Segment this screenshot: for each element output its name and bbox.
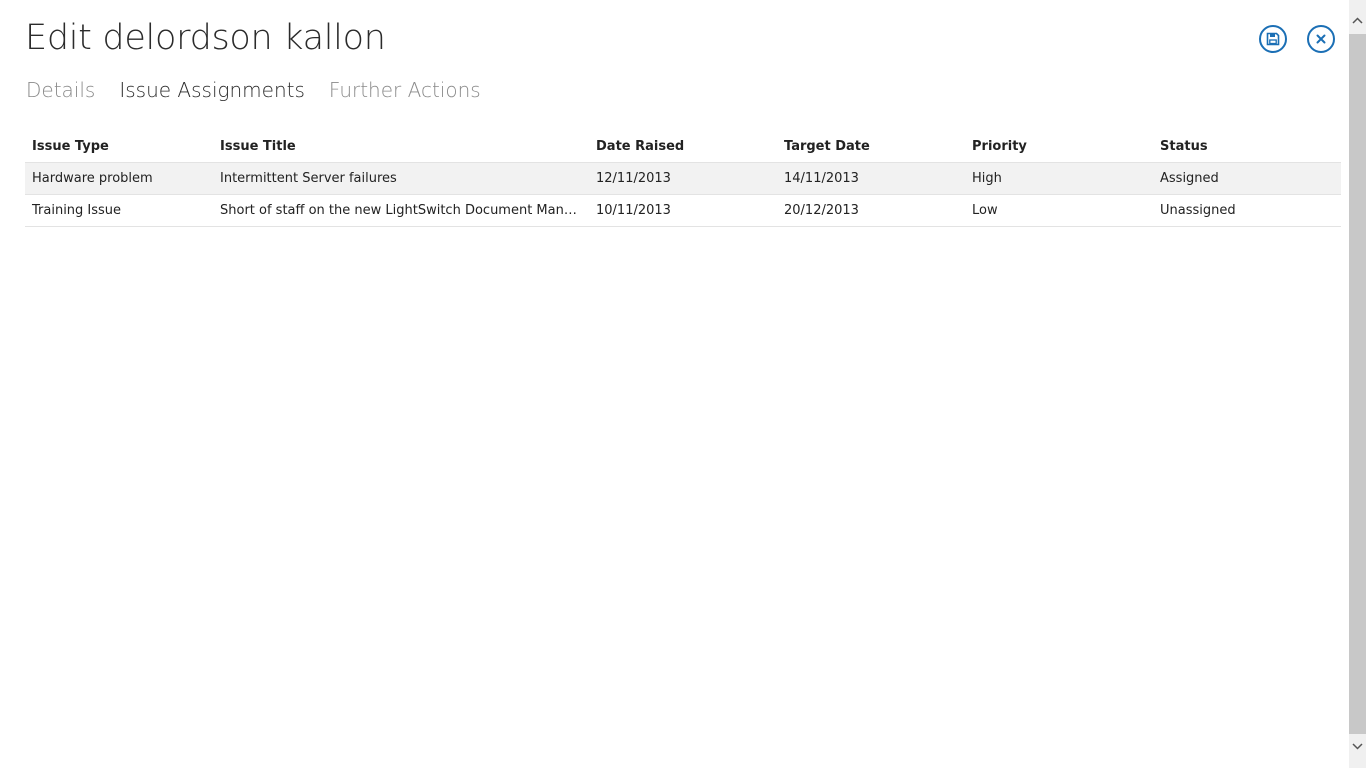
column-header-status[interactable]: Status	[1153, 131, 1341, 163]
table-header-row: Issue Type Issue Title Date Raised Targe…	[25, 131, 1341, 163]
save-button[interactable]	[1259, 25, 1287, 53]
header-actions	[1259, 25, 1335, 53]
tab-issue-assignments[interactable]: Issue Assignments	[119, 78, 305, 102]
close-icon	[1316, 34, 1326, 44]
column-header-date-raised[interactable]: Date Raised	[589, 131, 777, 163]
cell-issue-title: Intermittent Server failures	[213, 162, 589, 195]
tab-details[interactable]: Details	[26, 78, 95, 102]
column-header-issue-type[interactable]: Issue Type	[25, 131, 213, 163]
vertical-scrollbar[interactable]	[1349, 0, 1366, 768]
scroll-down-arrow[interactable]	[1349, 736, 1366, 756]
cell-date-raised: 12/11/2013	[589, 162, 777, 195]
tab-further-actions[interactable]: Further Actions	[329, 78, 481, 102]
scroll-up-arrow[interactable]	[1349, 10, 1366, 30]
cell-status: Assigned	[1153, 162, 1341, 195]
column-header-priority[interactable]: Priority	[965, 131, 1153, 163]
cell-status: Unassigned	[1153, 194, 1341, 227]
issue-assignments-table: Issue Type Issue Title Date Raised Targe…	[25, 131, 1341, 227]
cell-priority: Low	[965, 194, 1153, 227]
chevron-down-icon	[1352, 742, 1363, 750]
table-row[interactable]: Hardware problem Intermittent Server fai…	[25, 162, 1341, 195]
close-button[interactable]	[1307, 25, 1335, 53]
cell-issue-title: Short of staff on the new LightSwitch Do…	[213, 194, 589, 227]
cell-target-date: 14/11/2013	[777, 162, 965, 195]
table-row[interactable]: Training Issue Short of staff on the new…	[25, 194, 1341, 227]
column-header-target-date[interactable]: Target Date	[777, 131, 965, 163]
scrollbar-thumb[interactable]	[1349, 34, 1366, 734]
tab-bar: Details Issue Assignments Further Action…	[26, 78, 505, 102]
cell-date-raised: 10/11/2013	[589, 194, 777, 227]
cell-priority: High	[965, 162, 1153, 195]
page-title: Edit delordson kallon	[25, 18, 386, 58]
cell-target-date: 20/12/2013	[777, 194, 965, 227]
cell-issue-type: Hardware problem	[25, 162, 213, 195]
chevron-up-icon	[1352, 16, 1363, 24]
cell-issue-type: Training Issue	[25, 194, 213, 227]
column-header-issue-title[interactable]: Issue Title	[213, 131, 589, 163]
save-icon	[1266, 32, 1280, 46]
